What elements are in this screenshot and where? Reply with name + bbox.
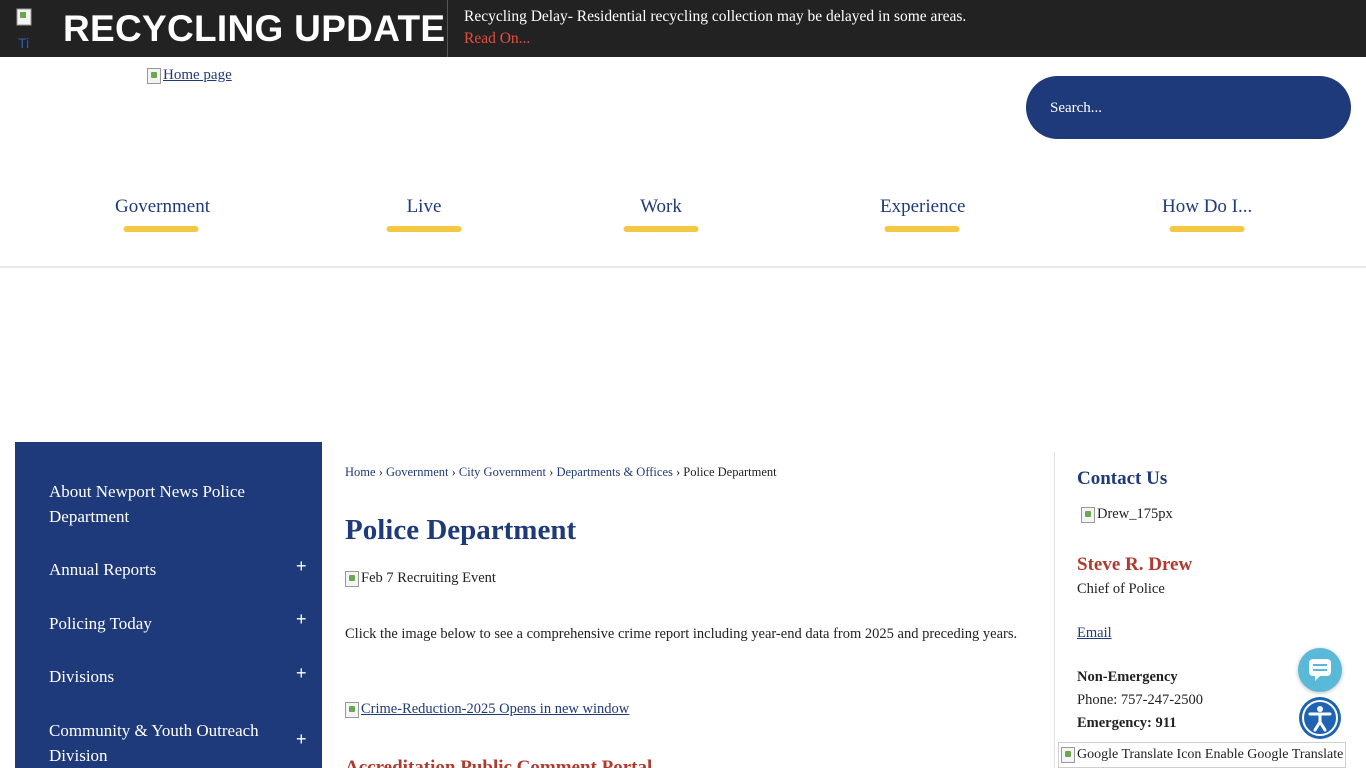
- nav-how-do-i[interactable]: How Do I...: [1162, 196, 1252, 236]
- nav-underline: [386, 226, 462, 232]
- expand-plus-icon[interactable]: +: [296, 729, 307, 750]
- nav-underline: [1169, 226, 1245, 232]
- broken-image-icon: [1081, 506, 1095, 523]
- intro-paragraph: Click the image below to see a comprehen…: [345, 626, 1018, 642]
- nav-live[interactable]: Live: [386, 196, 462, 236]
- right-panel-divider: [1054, 452, 1055, 768]
- sidebar-item-community-youth-outreach[interactable]: Community & Youth Outreach Division: [49, 718, 309, 768]
- sidebar-item-annual-reports[interactable]: Annual Reports: [49, 557, 309, 582]
- sidebar-item-about[interactable]: About Newport News Police Department: [49, 479, 309, 529]
- nav-government[interactable]: Government: [115, 196, 210, 236]
- alert-divider: [447, 0, 448, 57]
- expand-plus-icon[interactable]: +: [296, 556, 307, 577]
- nav-how-do-i-label: How Do I...: [1162, 196, 1253, 217]
- crime-report-link-label: Crime-Reduction-2025 Opens in new window: [361, 701, 630, 717]
- accessibility-button[interactable]: [1299, 697, 1341, 739]
- breadcrumb-separator: ›: [451, 465, 456, 479]
- nav-experience[interactable]: Experience: [880, 196, 966, 236]
- page-title: Police Department: [345, 514, 577, 546]
- breadcrumb-separator: ›: [378, 465, 383, 479]
- alert-image-icon: Ti: [16, 8, 32, 50]
- nav-work[interactable]: Work: [623, 196, 699, 236]
- alert-message: Recycling Delay- Residential recycling c…: [464, 8, 967, 25]
- event-image-alt: Feb 7 Recruiting Event: [361, 570, 496, 586]
- search-box: [1026, 76, 1351, 139]
- breadcrumb-separator: ›: [675, 465, 681, 479]
- chief-name: Steve R. Drew: [1077, 554, 1193, 575]
- svg-text:Ti: Ti: [18, 35, 29, 50]
- breadcrumb-city-government[interactable]: City Government: [459, 465, 546, 479]
- accreditation-heading[interactable]: Accreditation Public Comment Portal: [345, 757, 652, 768]
- chief-photo-alt: Drew_175px: [1097, 506, 1173, 522]
- nav-underline: [123, 226, 199, 232]
- sidebar-item-policing-today[interactable]: Policing Today: [49, 611, 309, 636]
- google-translate-button[interactable]: Google Translate Icon Enable Google Tran…: [1058, 742, 1346, 768]
- accessibility-icon: [1302, 700, 1338, 736]
- expand-plus-icon[interactable]: +: [296, 663, 307, 684]
- non-emergency-label: Non-Emergency: [1077, 669, 1178, 685]
- breadcrumb: Home › Government › City Government › De…: [345, 465, 777, 480]
- chat-bubble-icon: [1309, 659, 1331, 681]
- alert-title: RECYCLING UPDATE: [63, 8, 446, 49]
- search-input[interactable]: [1050, 97, 1330, 119]
- home-page-alt-text: Home page: [163, 67, 232, 83]
- breadcrumb-current: Police Department: [683, 465, 777, 479]
- nav-divider: [0, 266, 1366, 268]
- google-translate-icon: [1061, 747, 1075, 763]
- nav-underline: [884, 226, 960, 232]
- expand-plus-icon[interactable]: +: [296, 609, 307, 630]
- phone-number: Phone: 757-247-2500: [1077, 692, 1204, 708]
- email-link[interactable]: Email: [1077, 625, 1112, 642]
- nav-live-label: Live: [406, 196, 442, 217]
- chief-role: Chief of Police: [1077, 581, 1165, 597]
- google-translate-label: Google Translate Icon Enable Google Tran…: [1077, 747, 1344, 762]
- contact-us-title: Contact Us: [1077, 468, 1168, 489]
- event-image: Feb 7 Recruiting Event: [345, 570, 496, 587]
- breadcrumb-government[interactable]: Government: [386, 465, 448, 479]
- crime-report-link[interactable]: Crime-Reduction-2025 Opens in new window: [345, 701, 629, 718]
- home-page-logo-link[interactable]: Home page: [147, 67, 232, 84]
- broken-image-icon: [147, 67, 161, 84]
- breadcrumb-separator: ›: [549, 465, 554, 479]
- breadcrumb-home[interactable]: Home: [345, 465, 376, 479]
- breadcrumb-departments-offices[interactable]: Departments & Offices: [556, 465, 672, 479]
- chat-button[interactable]: [1298, 648, 1342, 692]
- sidebar-nav: About Newport News Police Department Ann…: [15, 442, 322, 768]
- sidebar-item-divisions[interactable]: Divisions: [49, 664, 309, 689]
- nav-government-label: Government: [115, 196, 210, 217]
- emergency-number: Emergency: 911: [1077, 715, 1177, 731]
- nav-work-label: Work: [640, 196, 682, 217]
- alert-read-on-link[interactable]: Read On...: [464, 30, 530, 48]
- nav-experience-label: Experience: [880, 196, 966, 217]
- chief-photo: Drew_175px: [1081, 506, 1173, 523]
- alert-bar: Ti RECYCLING UPDATE Recycling Delay- Res…: [0, 0, 1366, 57]
- broken-image-icon: [345, 570, 359, 587]
- broken-image-icon: [345, 701, 359, 718]
- nav-underline: [623, 226, 699, 232]
